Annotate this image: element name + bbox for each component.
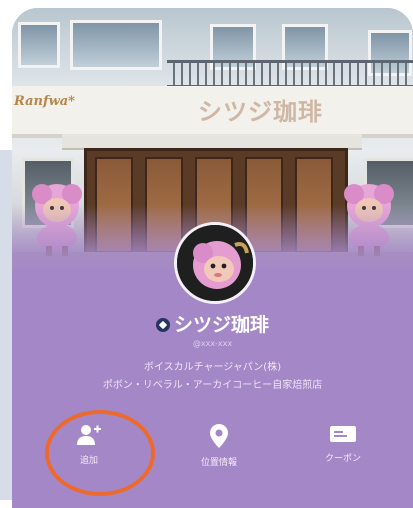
description-line-1: ボイスカルチャージャパン(株) bbox=[143, 362, 282, 373]
sign-main-text: シツジ珈琲 bbox=[198, 98, 323, 126]
sign-left-text: Ranfwa* bbox=[14, 94, 75, 109]
building-window bbox=[70, 20, 162, 70]
sheep-avatar-icon bbox=[177, 225, 253, 301]
profile-card: Ranfwa* シツジ珈琲 シツジ珈琲 @ххх-ххх ボイスカルチャージャパ… bbox=[12, 8, 413, 508]
description-line-2: ポボン・リベラル・アーカイコーヒー自家焙煎店 bbox=[102, 380, 323, 391]
coupon-button[interactable]: クーポン bbox=[308, 424, 378, 464]
location-label: 位置情報 bbox=[200, 458, 237, 468]
account-name-text: シツジ珈琲 bbox=[173, 314, 269, 336]
balcony-railing bbox=[167, 60, 413, 88]
account-id: @ххх-ххх bbox=[192, 339, 233, 348]
location-button[interactable]: 位置情報 bbox=[184, 424, 254, 468]
account-name: シツジ珈琲 bbox=[12, 310, 413, 337]
building-window bbox=[18, 22, 60, 68]
highlight-circle bbox=[45, 410, 155, 496]
coupon-label: クーポン bbox=[324, 454, 361, 464]
coupon-icon bbox=[330, 426, 356, 442]
location-pin-icon bbox=[210, 424, 228, 448]
verified-badge-icon bbox=[155, 318, 170, 332]
avatar[interactable] bbox=[174, 222, 256, 304]
